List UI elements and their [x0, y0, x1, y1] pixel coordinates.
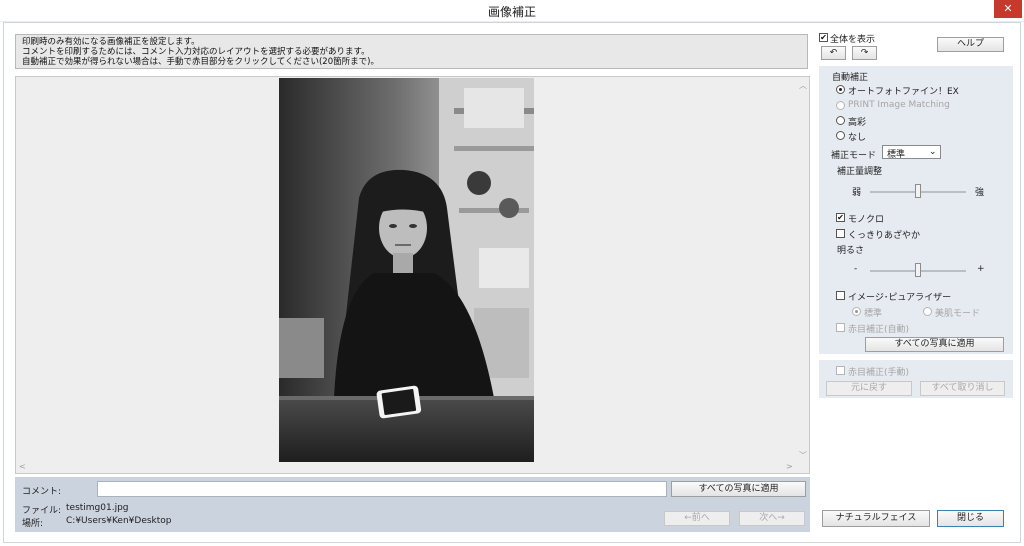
scroll-up-icon[interactable]: ︿ [799, 80, 807, 91]
apply-settings-all-button[interactable]: すべての写真に適用 [865, 337, 1004, 352]
chevron-down-icon: ⌄ [929, 147, 937, 157]
vivid-sharp-checkbox[interactable] [836, 229, 845, 238]
brightness-slider-thumb[interactable] [915, 263, 921, 277]
file-value: testimg01.jpg [66, 503, 129, 513]
file-label: ファイル: [22, 506, 62, 516]
location-label: 場所: [22, 519, 44, 529]
purifier-beauty-radio[interactable] [923, 307, 932, 316]
help-button[interactable]: ヘルプ [937, 37, 1004, 52]
rotate-right-icon: ↷ [860, 48, 869, 58]
redeye-auto-checkbox[interactable] [836, 323, 845, 332]
info-line: コメントを印刷するためには、コメント入力対応のレイアウトを選択する必要があります… [22, 47, 370, 57]
rotate-left-button[interactable]: ↶ [821, 46, 846, 60]
natural-face-button[interactable]: ナチュラルフェイス [822, 510, 930, 527]
vivid-sharp-label: くっきりあざやか [848, 231, 921, 241]
scroll-down-icon[interactable]: ﹀ [799, 450, 807, 461]
amount-slider-thumb[interactable] [915, 184, 921, 198]
correction-mode-label: 補正モード [831, 151, 877, 161]
auto-correction-heading: 自動補正 [832, 73, 869, 83]
purifier-standard-label: 標準 [864, 309, 883, 319]
correction-mode-value: 標準 [887, 150, 906, 160]
brightness-minus-label: - [854, 264, 858, 274]
monochrome-checkbox[interactable]: ✔ [836, 213, 845, 222]
info-message: 印刷時のみ有効になる画像補正を設定します。 コメントを印刷するためには、コメント… [15, 34, 808, 69]
comment-label: コメント: [22, 487, 62, 497]
redeye-auto-label: 赤目補正(自動) [848, 325, 910, 335]
image-purifier-label: イメージ･ピュアライザー [848, 293, 952, 303]
close-button[interactable]: 閉じる [937, 510, 1004, 527]
info-line: 印刷時のみ有効になる画像補正を設定します。 [22, 37, 200, 47]
window-title: 画像補正 [487, 5, 536, 19]
scroll-left-icon[interactable]: < [19, 462, 26, 471]
redeye-manual-label: 赤目補正(手動) [848, 368, 910, 378]
comment-input[interactable] [97, 481, 667, 497]
amount-low-label: 弱 [852, 188, 862, 198]
amount-high-label: 強 [975, 188, 985, 198]
photo-image [279, 78, 534, 462]
image-purifier-checkbox[interactable] [836, 291, 845, 300]
scroll-right-icon[interactable]: > [786, 462, 793, 471]
next-button[interactable]: 次へ→ [739, 511, 805, 526]
photo-preview[interactable] [279, 78, 534, 462]
correction-mode-select[interactable]: 標準 ⌄ [882, 145, 941, 160]
previous-button[interactable]: ←前へ [664, 511, 730, 526]
purifier-beauty-label: 美肌モード [935, 309, 981, 319]
monochrome-label: モノクロ [848, 215, 885, 225]
rotate-left-icon: ↶ [829, 48, 838, 58]
radio-none-label: なし [848, 133, 867, 143]
purifier-standard-radio[interactable] [852, 307, 861, 316]
radio-photofine-ex-label: オートフォトファイン！EX [848, 87, 959, 97]
brightness-label: 明るさ [837, 246, 865, 256]
brightness-plus-label: + [977, 264, 985, 274]
radio-photofine-ex[interactable] [836, 85, 845, 94]
show-all-checkbox[interactable]: ✔ [819, 33, 828, 42]
rotate-right-button[interactable]: ↷ [852, 46, 877, 60]
redeye-manual-checkbox[interactable] [836, 366, 845, 375]
radio-none[interactable] [836, 131, 845, 140]
location-value: C:¥Users¥Ken¥Desktop [66, 516, 172, 526]
info-line: 自動補正で効果が得られない場合は、手動で赤目部分をクリックしてください(20箇所… [22, 57, 379, 67]
show-all-label: 全体を表示 [830, 35, 876, 45]
horizontal-scrollbar[interactable] [16, 462, 796, 473]
radio-vivid[interactable] [836, 116, 845, 125]
close-window-button[interactable]: ✕ [994, 0, 1022, 18]
undo-button[interactable]: 元に戻す [826, 381, 912, 396]
vertical-scrollbar[interactable] [796, 78, 808, 460]
radio-print-image-matching[interactable] [836, 101, 845, 110]
radio-print-image-matching-label: PRINT Image Matching [848, 100, 950, 110]
cancel-all-button[interactable]: すべて取り消し [920, 381, 1005, 396]
amount-label: 補正量調整 [837, 167, 883, 177]
apply-comment-all-button[interactable]: すべての写真に適用 [671, 481, 806, 497]
radio-vivid-label: 高彩 [848, 118, 867, 128]
